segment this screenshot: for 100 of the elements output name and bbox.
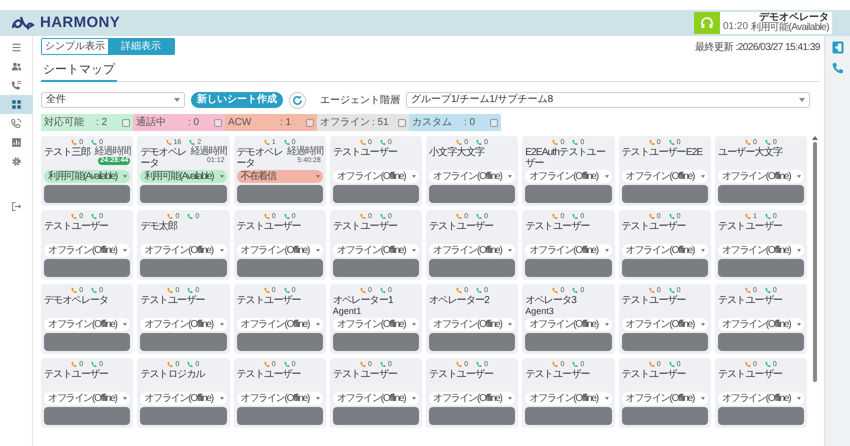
incoming-call-icon	[360, 139, 367, 146]
caret-icon	[220, 397, 224, 400]
filter-checkbox[interactable]	[490, 118, 498, 126]
status-select[interactable]: オフライン(Offline)	[332, 318, 419, 331]
status-filter[interactable]: 対応可能 : 2	[41, 114, 133, 131]
status-select[interactable]: オフライン(Offline)	[525, 392, 612, 405]
outgoing-call-icon	[572, 213, 580, 220]
status-select[interactable]: オフライン(Offline)	[140, 392, 226, 405]
sheet-select[interactable]: 全件	[41, 92, 185, 108]
filter-checkbox[interactable]	[122, 118, 130, 126]
caret-icon	[700, 397, 705, 400]
agent-name: テストユーザー	[718, 221, 782, 232]
status-select[interactable]: オフライン(Offline)	[429, 170, 516, 183]
outgoing-call-icon	[476, 361, 484, 368]
outgoing-call-icon	[189, 139, 196, 146]
status-select[interactable]: オフライン(Offline)	[525, 318, 612, 331]
sidebar-item[interactable]	[0, 95, 32, 114]
agent-name: テストユーザー	[236, 221, 301, 232]
outgoing-call-icon	[91, 361, 98, 368]
agent-name: テストユーザー	[622, 221, 686, 232]
filter-checkbox[interactable]	[398, 118, 406, 126]
caret-icon	[123, 323, 128, 326]
status-select[interactable]: オフライン(Offline)	[332, 392, 419, 405]
incoming-call-icon	[648, 361, 656, 368]
outgoing-call-icon	[572, 287, 580, 294]
status-filter[interactable]: ACW : 1	[225, 114, 317, 131]
filter-count: : 51	[372, 118, 390, 128]
caret-icon	[700, 249, 705, 252]
agent-name: デモ太郎	[140, 221, 178, 232]
outgoing-call-icon	[668, 287, 676, 294]
status-select[interactable]: オフライン(Offline)	[140, 318, 226, 331]
agent-name: テストユーザーE2E	[622, 147, 702, 158]
agent-name: テストユーザー	[332, 221, 398, 232]
status-select[interactable]: オフライン(Offline)	[525, 170, 612, 183]
filter-checkbox[interactable]	[306, 118, 314, 126]
panel-icon[interactable]	[832, 41, 844, 54]
caret-icon	[412, 397, 416, 400]
status-select[interactable]: オフライン(Offline)	[236, 318, 323, 331]
caret-icon	[316, 397, 320, 400]
agent-name: オペレータ3	[525, 295, 576, 306]
status-filter[interactable]: オフライン : 51	[317, 114, 409, 131]
filter-checkbox[interactable]	[214, 118, 222, 126]
filter-label: オフライン	[320, 118, 370, 128]
status-select[interactable]: オフライン(Offline)	[429, 392, 516, 405]
incoming-call-icon	[744, 213, 752, 220]
refresh-icon	[292, 94, 303, 106]
incoming-call-icon	[648, 213, 656, 220]
agent-name: テストユーザー	[236, 369, 301, 380]
outgoing-call-icon	[187, 361, 194, 368]
outgoing-call-icon	[91, 213, 98, 220]
status-select[interactable]: オフライン(Offline)	[44, 318, 130, 331]
status-select[interactable]: オフライン(Offline)	[718, 318, 804, 331]
filter-label: カスタム	[412, 118, 453, 128]
status-select[interactable]: 利用可能(Available)	[44, 170, 130, 183]
status-select[interactable]: オフライン(Offline)	[44, 244, 130, 257]
incoming-call-icon	[744, 287, 752, 294]
outgoing-call-icon	[380, 287, 387, 294]
chart-icon	[10, 137, 22, 148]
phone-icon[interactable]	[832, 62, 844, 74]
status-select[interactable]: オフライン(Offline)	[718, 170, 804, 183]
status-select[interactable]: オフライン(Offline)	[332, 244, 419, 257]
agent-name: テストユーザー	[44, 221, 108, 232]
caret-icon	[797, 397, 801, 400]
headset-icon	[700, 16, 714, 30]
caret-icon	[508, 323, 512, 326]
incoming-call-icon	[360, 287, 367, 294]
status-select[interactable]: オフライン(Offline)	[718, 244, 804, 257]
refresh-button[interactable]	[289, 92, 306, 108]
view-tab[interactable]: シンプル表示	[42, 39, 108, 54]
status-select[interactable]: オフライン(Offline)	[622, 170, 708, 183]
incoming-call-icon	[360, 213, 367, 220]
status-select[interactable]: オフライン(Offline)	[429, 318, 516, 331]
hierarchy-select[interactable]: グループ1/チーム1/サブチーム8	[406, 92, 810, 108]
incoming-call-icon	[360, 361, 367, 368]
status-select[interactable]: オフライン(Offline)	[332, 170, 419, 183]
phone-list-icon	[10, 80, 22, 91]
headset-button[interactable]	[694, 12, 720, 34]
filter-count: : 2	[96, 118, 108, 128]
status-select[interactable]: オフライン(Offline)	[622, 244, 708, 257]
outgoing-call-icon	[284, 361, 291, 368]
status-select[interactable]: オフライン(Offline)	[622, 318, 708, 331]
outgoing-call-icon	[187, 287, 194, 294]
incoming-call-icon	[648, 287, 656, 294]
status-filter[interactable]: カスタム : 0	[409, 114, 501, 131]
status-select[interactable]: オフライン(Offline)	[718, 392, 804, 405]
incoming-call-icon	[71, 213, 78, 220]
status-filter[interactable]: 通話中 : 0	[133, 114, 225, 131]
status-select[interactable]: オフライン(Offline)	[622, 392, 708, 405]
status-select[interactable]: オフライン(Offline)	[140, 244, 226, 257]
phone-icon	[10, 118, 22, 129]
status-select[interactable]: オフライン(Offline)	[44, 392, 130, 405]
status-select[interactable]: オフライン(Offline)	[525, 244, 612, 257]
incoming-call-icon	[264, 213, 271, 220]
agent-name: テストユーザー	[429, 369, 494, 380]
status-select[interactable]: 利用可能(Available)	[140, 170, 226, 183]
status-select[interactable]: オフライン(Offline)	[429, 244, 516, 257]
status-select[interactable]: 不在着信	[236, 170, 323, 183]
status-select[interactable]: オフライン(Offline)	[236, 392, 323, 405]
outgoing-call-icon	[284, 287, 291, 294]
status-select[interactable]: オフライン(Offline)	[236, 244, 323, 257]
